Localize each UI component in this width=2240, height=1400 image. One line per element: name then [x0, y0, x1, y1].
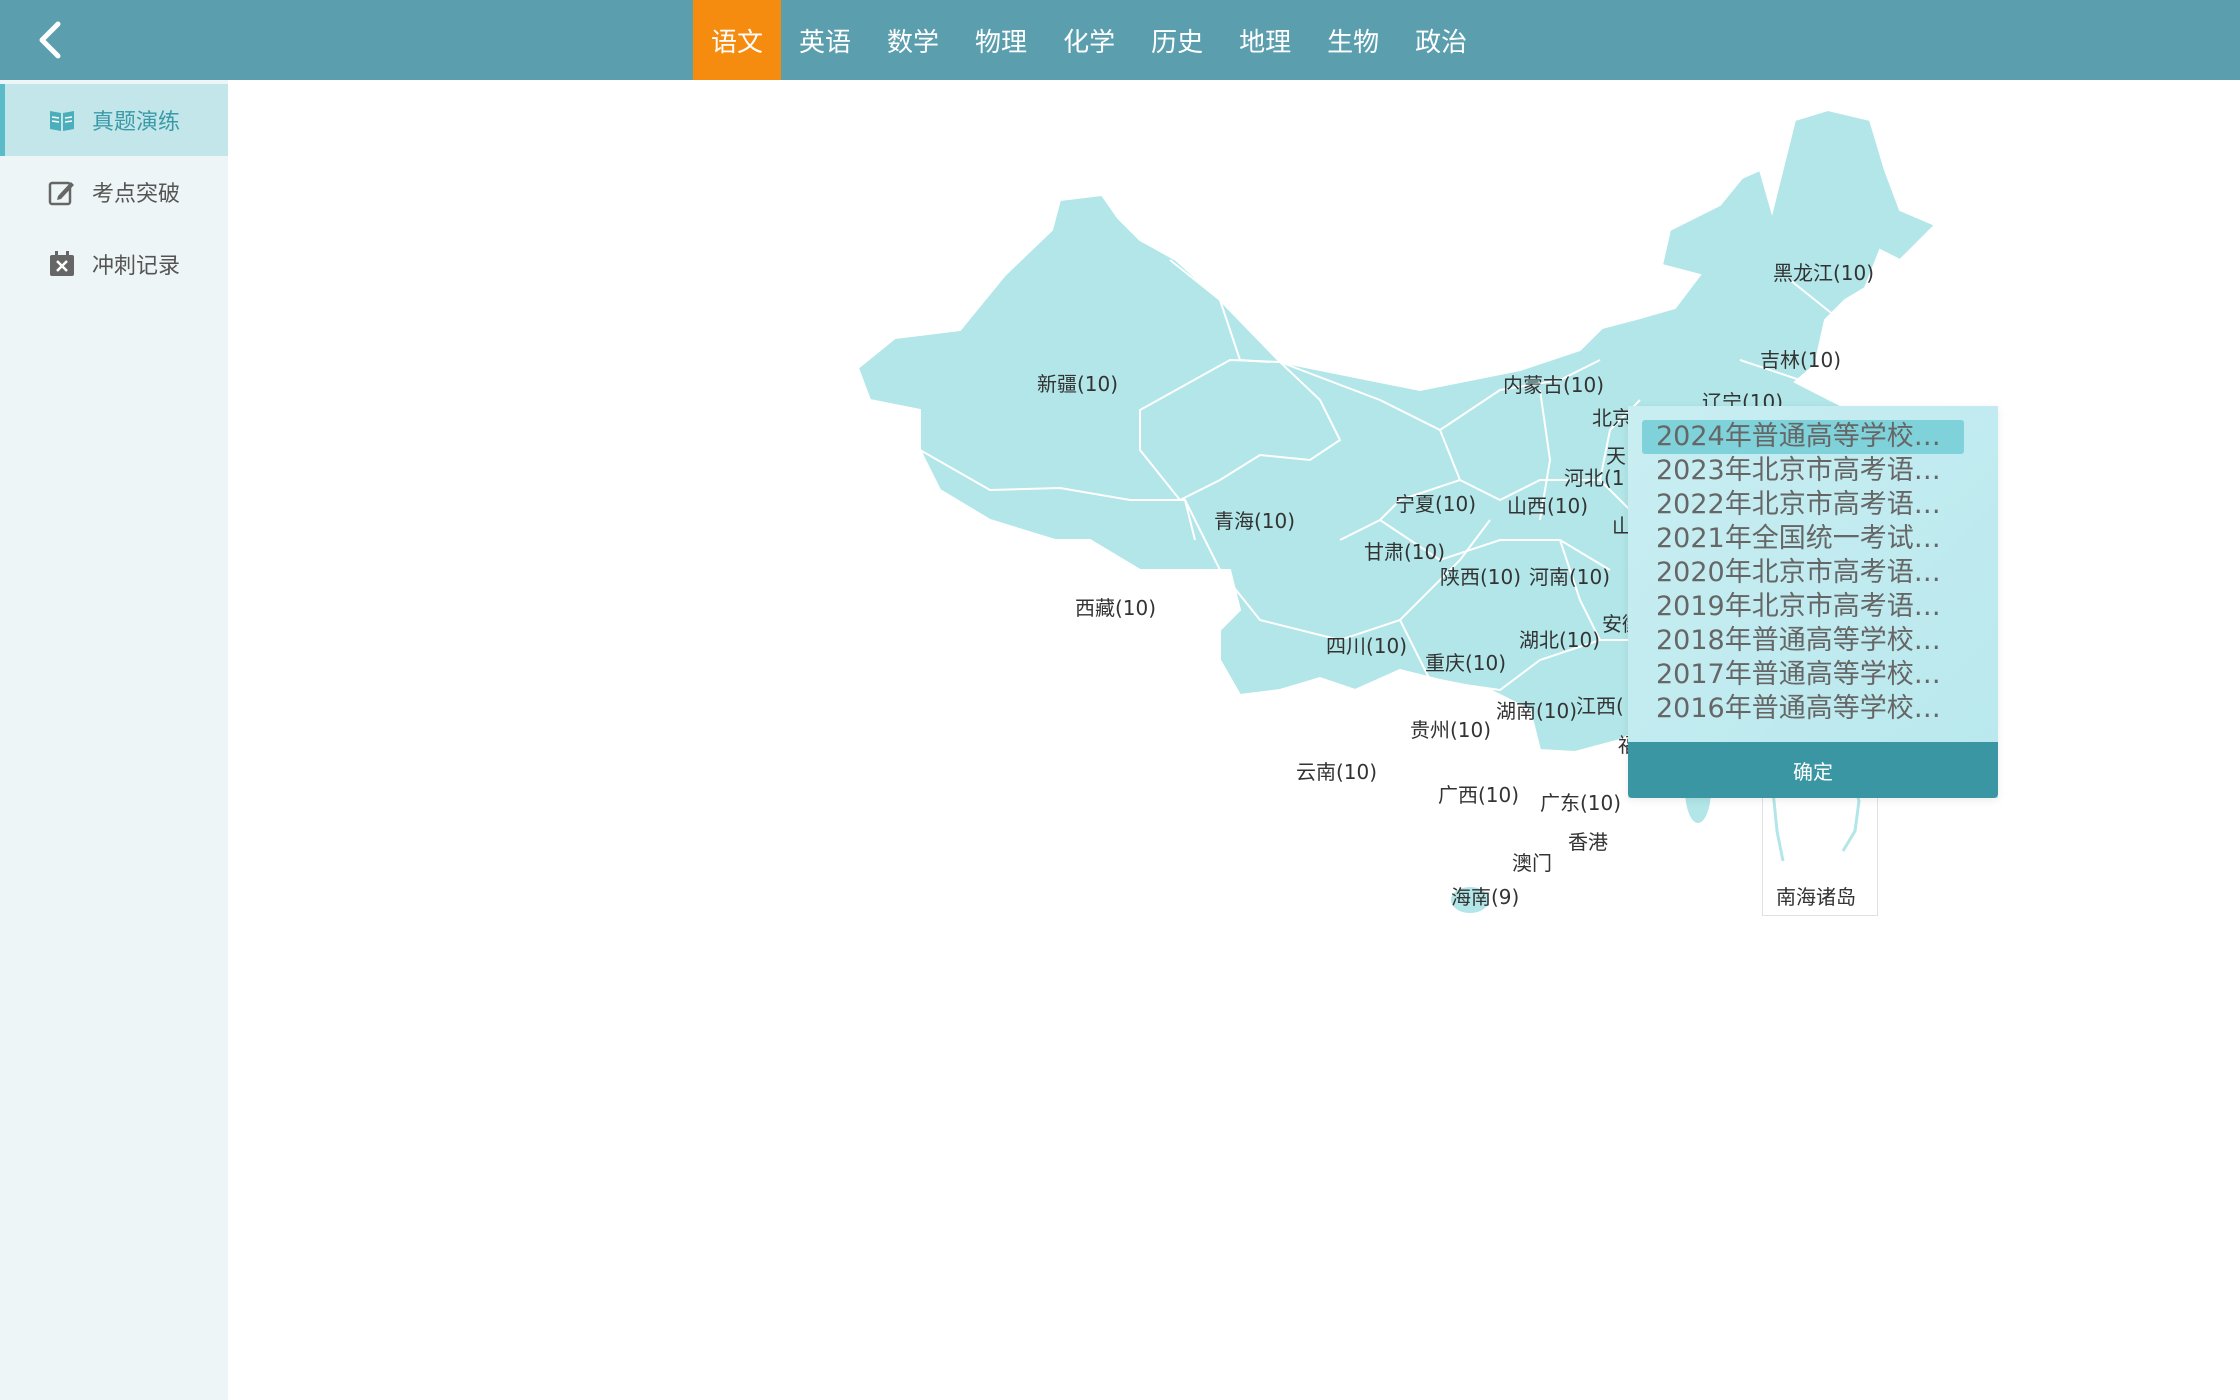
edit-icon — [48, 181, 74, 206]
tab-history[interactable]: 历史 — [1133, 0, 1221, 80]
province-label-xizang[interactable]: 西藏(10) — [1075, 596, 1156, 620]
province-label-tianjin[interactable]: 天 — [1606, 444, 1626, 468]
sidebar: 真题演练 考点突破 冲刺记录 — [0, 80, 228, 1400]
book-icon — [50, 111, 74, 131]
sidebar-item-past-papers[interactable]: 真题演练 — [0, 84, 228, 156]
subject-tabs: 语文 英语 数学 物理 化学 历史 地理 生物 政治 — [693, 0, 1485, 80]
tab-geography[interactable]: 地理 — [1221, 0, 1309, 80]
list-item[interactable]: 2018年普通高等学校招生全国统一考试 — [1642, 624, 1964, 658]
calendar-x-icon — [50, 251, 74, 276]
list-item[interactable]: 2020年北京市高考语文试卷 — [1642, 556, 1964, 590]
list-item[interactable]: 2022年北京市高考语文试卷 — [1642, 488, 1964, 522]
province-label-shaanxi[interactable]: 陕西(10) — [1440, 565, 1521, 589]
province-label-hunan[interactable]: 湖南(10) — [1496, 699, 1577, 723]
exam-paper-list: 2024年普通高等学校招生全国统一考试 2023年北京市高考语文试卷 2022年… — [1642, 420, 1972, 726]
province-label-shanxi[interactable]: 山西(10) — [1507, 494, 1588, 518]
province-label-xinjiang[interactable]: 新疆(10) — [1037, 372, 1118, 396]
province-label-qinghai[interactable]: 青海(10) — [1214, 509, 1295, 533]
tab-politics[interactable]: 政治 — [1397, 0, 1485, 80]
province-label-jilin[interactable]: 吉林(10) — [1760, 348, 1841, 372]
tab-english[interactable]: 英语 — [781, 0, 869, 80]
list-item[interactable]: 2024年普通高等学校招生全国统一考试 — [1642, 420, 1964, 454]
top-navigation-bar: 语文 英语 数学 物理 化学 历史 地理 生物 政治 — [0, 0, 2240, 80]
tab-biology[interactable]: 生物 — [1309, 0, 1397, 80]
sidebar-item-label: 考点突破 — [92, 182, 181, 207]
province-label-macau[interactable]: 澳门 — [1512, 851, 1552, 875]
province-label-guizhou[interactable]: 贵州(10) — [1410, 718, 1491, 742]
province-label-yunnan[interactable]: 云南(10) — [1296, 760, 1377, 784]
back-button[interactable] — [24, 14, 76, 66]
province-label-beijing[interactable]: 北京 — [1592, 406, 1632, 430]
province-label-guangdong[interactable]: 广东(10) — [1540, 791, 1621, 815]
tab-physics[interactable]: 物理 — [957, 0, 1045, 80]
province-label-guangxi[interactable]: 广西(10) — [1438, 783, 1519, 807]
tab-math[interactable]: 数学 — [869, 0, 957, 80]
sidebar-item-key-points[interactable]: 考点突破 — [0, 156, 228, 228]
province-label-chongqing[interactable]: 重庆(10) — [1425, 651, 1506, 675]
confirm-button[interactable]: 确定 — [1628, 742, 1998, 798]
province-label-hebei[interactable]: 河北(1 — [1564, 466, 1625, 490]
province-label-neimenggu[interactable]: 内蒙古(10) — [1503, 373, 1604, 397]
province-label-henan[interactable]: 河南(10) — [1529, 565, 1610, 589]
list-item[interactable]: 2017年普通高等学校招生全国统一考试 — [1642, 658, 1964, 692]
list-item[interactable]: 2023年北京市高考语文试卷 — [1642, 454, 1964, 488]
province-label-hongkong[interactable]: 香港 — [1568, 830, 1608, 854]
list-item[interactable]: 2016年普通高等学校招生全国统一考试 — [1642, 692, 1964, 726]
sidebar-item-sprint-records[interactable]: 冲刺记录 — [0, 228, 228, 300]
tab-chemistry[interactable]: 化学 — [1045, 0, 1133, 80]
chevron-left-icon — [39, 21, 61, 59]
sidebar-item-label: 冲刺记录 — [92, 254, 181, 279]
list-item[interactable]: 2019年北京市高考语文试卷 — [1642, 590, 1964, 624]
province-label-anhui[interactable]: 安徽 — [1602, 612, 1628, 636]
province-label-heilongjiang[interactable]: 黑龙江(10) — [1773, 261, 1874, 285]
sidebar-item-label: 真题演练 — [92, 110, 181, 135]
province-label-gansu[interactable]: 甘肃(10) — [1364, 540, 1445, 564]
list-item[interactable]: 2021年全国统一考试语文试卷 — [1642, 522, 1964, 556]
province-label-jiangxi[interactable]: 江西( — [1576, 694, 1624, 718]
province-label-hubei[interactable]: 湖北(10) — [1519, 628, 1600, 652]
exam-paper-popup: 2024年普通高等学校招生全国统一考试 2023年北京市高考语文试卷 2022年… — [1628, 406, 1998, 798]
province-label-hainan[interactable]: 海南(9) — [1451, 885, 1519, 909]
tab-chinese[interactable]: 语文 — [693, 0, 782, 80]
province-label-sichuan[interactable]: 四川(10) — [1326, 634, 1407, 658]
province-label-ningxia[interactable]: 宁夏(10) — [1395, 492, 1476, 516]
province-label-liaoning[interactable]: 辽宁(10) — [1702, 390, 1783, 406]
province-label-south-china-sea: 南海诸岛 — [1776, 885, 1856, 909]
